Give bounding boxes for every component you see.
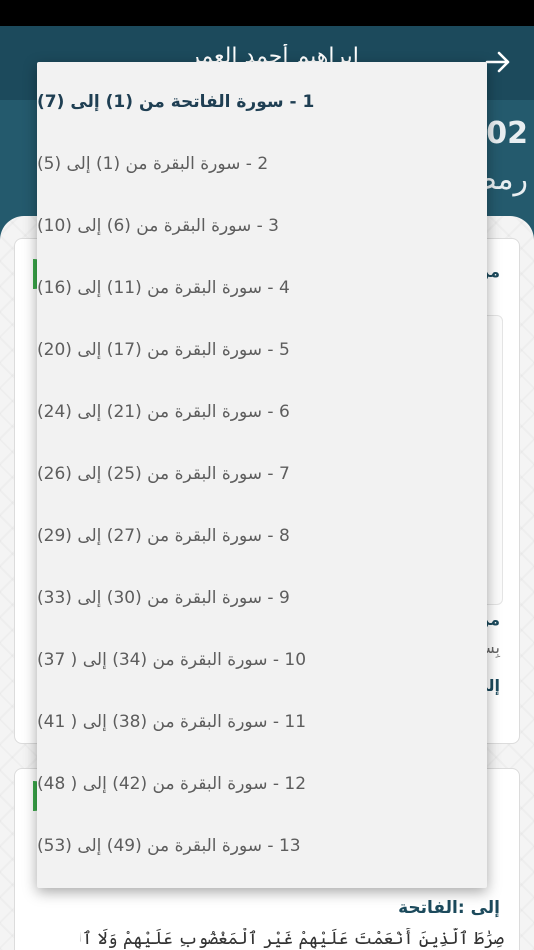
dropdown-item[interactable]: 13 - سورة البقرة من (49) إلى (53) <box>37 826 487 866</box>
dropdown-item[interactable]: 10 - سورة البقرة من (34) إلى ( 37) <box>37 640 487 680</box>
arrow-right-icon[interactable] <box>484 48 512 76</box>
dropdown-item[interactable]: 4 - سورة البقرة من (11) إلى (16) <box>37 268 487 308</box>
dropdown-item[interactable]: 12 - سورة البقرة من (42) إلى ( 48) <box>37 764 487 804</box>
dropdown-item[interactable]: 7 - سورة البقرة من (25) إلى (26) <box>37 454 487 494</box>
to-surah-label: إلى :الفاتحة <box>398 898 500 918</box>
verse-text: صِرَٰطَ ٱلَّذِينَ أَنْعَمْتَ عَلَيْهِمْ … <box>80 929 504 949</box>
dropdown-item[interactable]: 11 - سورة البقرة من (38) إلى ( 41) <box>37 702 487 742</box>
dropdown-item[interactable]: 9 - سورة البقرة من (30) إلى (33) <box>37 578 487 618</box>
dropdown-item[interactable]: 3 - سورة البقرة من (6) إلى (10) <box>37 206 487 246</box>
dropdown-item[interactable]: 8 - سورة البقرة من (27) إلى (29) <box>37 516 487 556</box>
dropdown-item[interactable]: 6 - سورة البقرة من (21) إلى (24) <box>37 392 487 432</box>
dropdown-item[interactable]: 1 - سورة الفاتحة من (1) إلى (7) <box>37 82 487 122</box>
dropdown-item[interactable]: 2 - سورة البقرة من (1) إلى (5) <box>37 144 487 184</box>
date-day: 02 <box>486 116 528 151</box>
status-bar <box>0 0 534 26</box>
section-dropdown-menu[interactable]: 1 - سورة الفاتحة من (1) إلى (7) 2 - سورة… <box>37 62 487 888</box>
dropdown-item[interactable]: 5 - سورة البقرة من (17) إلى (20) <box>37 330 487 370</box>
